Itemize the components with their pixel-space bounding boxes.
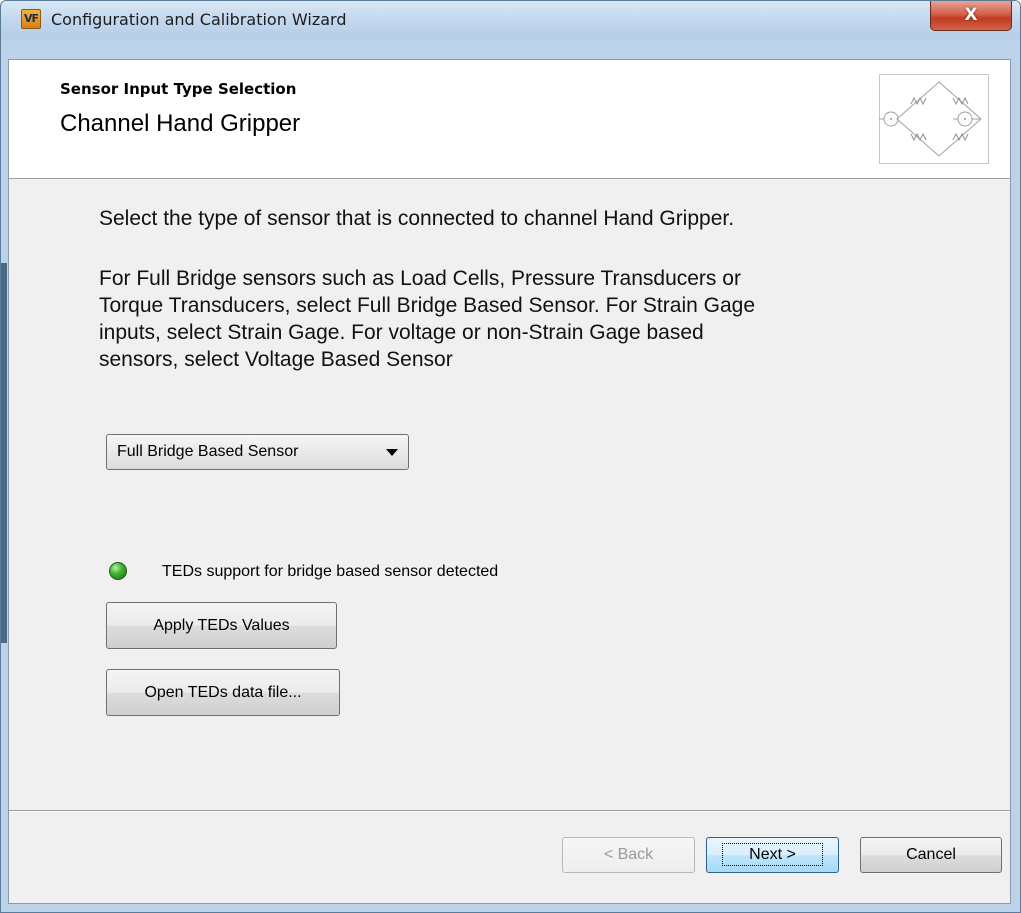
back-button[interactable]: < Back <box>562 837 695 873</box>
open-teds-file-button[interactable]: Open TEDs data file... <box>106 669 340 716</box>
background-window-edge <box>1 263 7 643</box>
sensor-type-dropdown[interactable]: Full Bridge Based Sensor <box>106 434 409 470</box>
next-button-label: Next > <box>722 843 823 866</box>
instruction-text: Select the type of sensor that is connec… <box>99 207 735 230</box>
cancel-button[interactable]: Cancel <box>860 837 1002 873</box>
next-button[interactable]: Next > <box>706 837 839 873</box>
chevron-down-icon <box>386 449 398 456</box>
wizard-client-area: Sensor Input Type Selection Channel Hand… <box>8 59 1011 904</box>
app-icon: VF <box>21 9 41 29</box>
page-title: Channel Hand Gripper <box>60 110 301 137</box>
help-text: For Full Bridge sensors such as Load Cel… <box>99 265 959 373</box>
footer-divider <box>9 810 1010 812</box>
wizard-window: VF Configuration and Calibration Wizard … <box>0 0 1021 913</box>
status-led-icon <box>109 562 127 580</box>
apply-teds-button[interactable]: Apply TEDs Values <box>106 602 337 649</box>
window-title: Configuration and Calibration Wizard <box>51 10 347 29</box>
page-subtitle: Sensor Input Type Selection <box>60 80 297 98</box>
teds-status-text: TEDs support for bridge based sensor det… <box>162 563 499 580</box>
help-text-line: For Full Bridge sensors such as Load Cel… <box>99 267 741 290</box>
help-text-line: inputs, select Strain Gage. For voltage … <box>99 321 704 344</box>
help-text-line: Torque Transducers, select Full Bridge B… <box>99 294 755 317</box>
help-text-line: sensors, select Voltage Based Sensor <box>99 348 453 371</box>
title-bar[interactable]: VF Configuration and Calibration Wizard … <box>1 1 1020 39</box>
wizard-header: Sensor Input Type Selection Channel Hand… <box>9 60 1010 179</box>
wheatstone-bridge-icon <box>879 74 989 164</box>
close-button[interactable]: X <box>930 1 1012 31</box>
sensor-type-selected: Full Bridge Based Sensor <box>117 443 299 460</box>
